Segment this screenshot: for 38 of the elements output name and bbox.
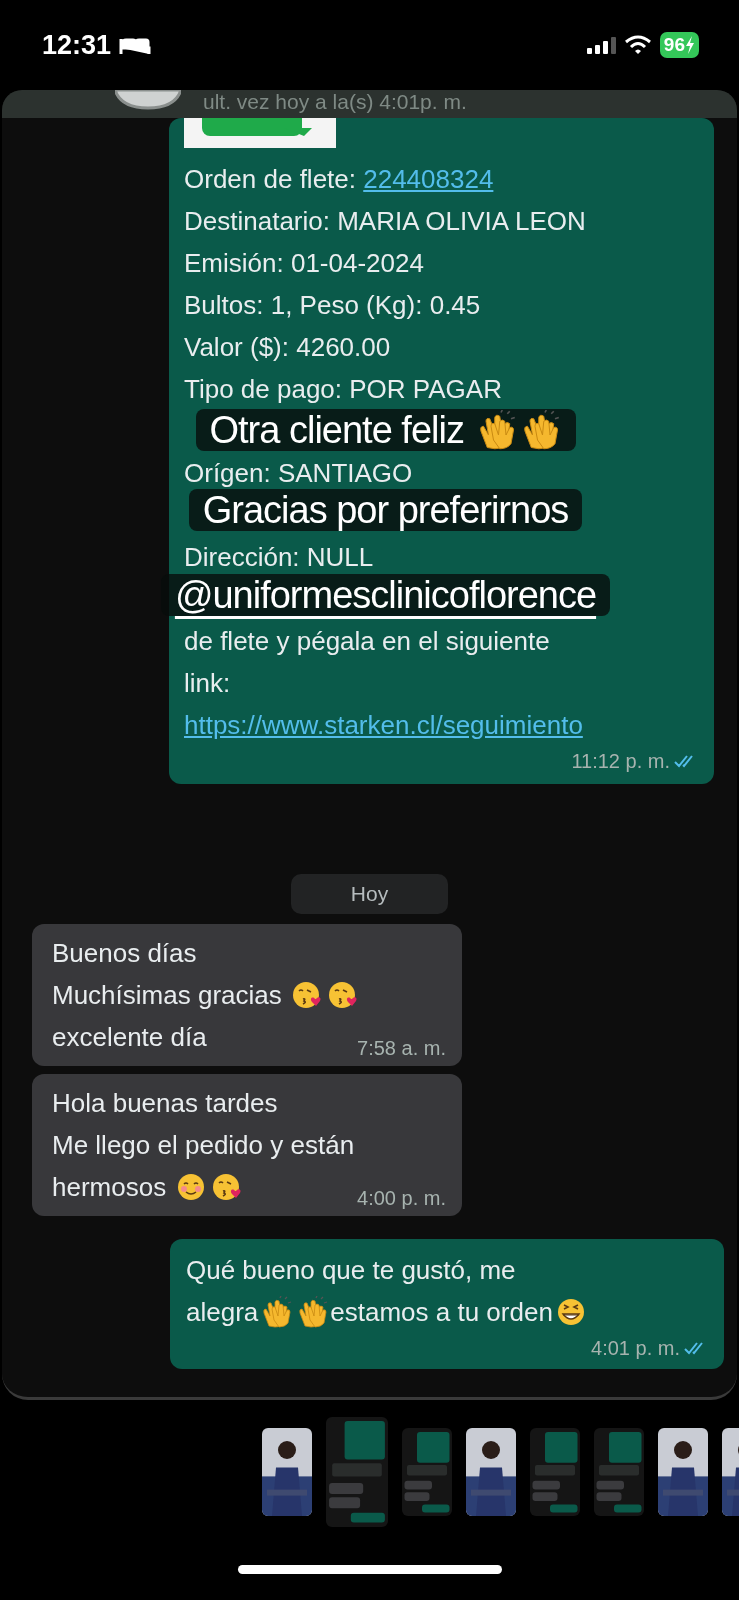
message-text: Qué bueno que te gustó, me (186, 1253, 516, 1287)
clock-time: 12:31 (42, 28, 112, 62)
message-text: alegra (186, 1295, 259, 1329)
clapping-hands-icon (296, 1295, 329, 1328)
link[interactable]: https://www.starken.cl/seguimiento (184, 704, 583, 746)
message-text: Dirección: NULL (184, 541, 374, 574)
message-text: Destinatario: MARIA OLIVIA LEON (184, 205, 586, 238)
message-time: 7:58 a. m. (357, 1035, 446, 1060)
message-text: Buenos días (52, 936, 197, 970)
message-text: excelente día (52, 1020, 207, 1054)
signal-icon (585, 35, 616, 55)
charging-icon (685, 36, 695, 54)
message-text: Hola buenas tardes (52, 1086, 278, 1120)
date-label: Hoy (290, 874, 449, 914)
message-text: Tipo de pago: POR PAGAR (184, 373, 502, 406)
message-text: estamos a tu orden (330, 1295, 553, 1329)
message-text: Emisión: 01-04-2024 (184, 247, 424, 280)
message-text: hermosos (52, 1170, 168, 1204)
message-time: 4:01 p. m. (591, 1335, 680, 1361)
message-text: link: (184, 667, 231, 700)
caption-text: Gracias por preferirnos (202, 489, 569, 531)
message-text: Muchísimas gracias (52, 978, 283, 1012)
caption-text: Otra cliente feliz (209, 409, 465, 451)
link[interactable]: 224408324 (363, 158, 494, 200)
message-text: Bultos: 1, Peso (Kg): 0.45 (184, 289, 481, 322)
wifi-icon (623, 35, 652, 55)
battery-level: 96 (663, 33, 685, 57)
message-time: 4:00 p. m. (357, 1185, 446, 1210)
message-text: Orden de flete: (184, 163, 357, 196)
last-seen-text: ult. vez hoy a la(s) 4:01p. m. (203, 90, 467, 114)
avatar-icon (115, 90, 181, 110)
message-text: Me llego el pedido y están (52, 1128, 355, 1162)
message-text: Valor ($): 4260.00 (184, 331, 391, 364)
message-text: de flete y pégala en el siguiente (184, 625, 550, 658)
mention-text[interactable]: @uniformesclinicoflorence (174, 574, 597, 616)
clapping-hands-icon (260, 1295, 293, 1328)
message-time: 11:12 p. m. (571, 749, 670, 774)
message-text: Orígen: SANTIAGO (184, 457, 413, 490)
